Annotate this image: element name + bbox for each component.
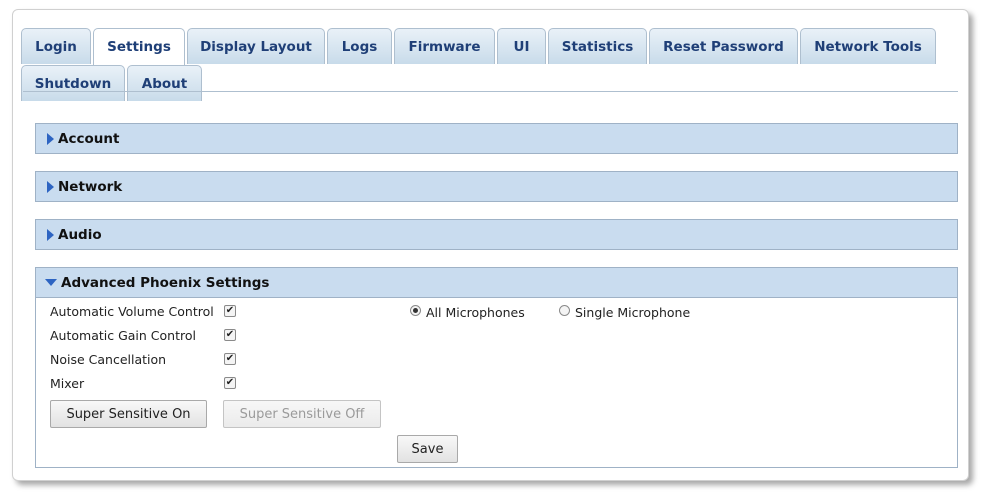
single-microphone-label: Single Microphone <box>575 305 691 320</box>
mixer-checkbox[interactable]: ✔ <box>224 377 236 389</box>
option-label-volume-control: Automatic Volume Control <box>50 304 214 319</box>
tab-divider <box>23 91 958 92</box>
panel-advanced-header[interactable]: Advanced Phoenix Settings <box>35 267 958 298</box>
all-microphones-label: All Microphones <box>426 305 525 320</box>
save-button[interactable]: Save <box>397 435 458 463</box>
tab-row-1: Login Settings Display Layout Logs Firmw… <box>21 28 938 65</box>
panel-title: Account <box>58 130 120 147</box>
super-sensitive-on-button[interactable]: Super Sensitive On <box>50 400 207 428</box>
tab-firmware[interactable]: Firmware <box>394 28 495 64</box>
panel-audio-header[interactable]: Audio <box>35 219 958 250</box>
option-label-gain-control: Automatic Gain Control <box>50 328 196 343</box>
tab-logs[interactable]: Logs <box>327 28 392 64</box>
option-label-noise-cancellation: Noise Cancellation <box>50 352 167 367</box>
tab-network-tools[interactable]: Network Tools <box>800 28 936 64</box>
panel-account-header[interactable]: Account <box>35 123 958 154</box>
tab-login[interactable]: Login <box>21 28 91 64</box>
super-sensitive-off-button[interactable]: Super Sensitive Off <box>223 400 381 428</box>
automatic-gain-control-checkbox[interactable]: ✔ <box>224 329 236 341</box>
all-microphones-radio[interactable] <box>410 305 421 316</box>
option-label-mixer: Mixer <box>50 376 85 391</box>
tab-ui[interactable]: UI <box>497 28 546 64</box>
collapse-arrow-icon <box>45 279 57 286</box>
panel-network-header[interactable]: Network <box>35 171 958 202</box>
panel-title: Advanced Phoenix Settings <box>61 274 270 291</box>
tab-row-2: Shutdown About <box>21 65 204 101</box>
tab-shutdown[interactable]: Shutdown <box>21 65 125 101</box>
panel-title: Audio <box>58 226 102 243</box>
panel-advanced-phoenix-settings: Advanced Phoenix Settings Automatic Volu… <box>35 267 958 468</box>
tab-reset-password[interactable]: Reset Password <box>649 28 798 64</box>
panel-title: Network <box>58 178 123 195</box>
tab-settings[interactable]: Settings <box>93 28 185 65</box>
automatic-volume-control-checkbox[interactable]: ✔ <box>224 305 236 317</box>
tab-statistics[interactable]: Statistics <box>548 28 647 64</box>
noise-cancellation-checkbox[interactable]: ✔ <box>224 353 236 365</box>
tab-about[interactable]: About <box>127 65 202 101</box>
expand-arrow-icon <box>47 228 54 241</box>
tab-display-layout[interactable]: Display Layout <box>187 28 325 64</box>
expand-arrow-icon <box>47 180 54 193</box>
single-microphone-radio[interactable] <box>559 305 570 316</box>
expand-arrow-icon <box>47 132 54 145</box>
